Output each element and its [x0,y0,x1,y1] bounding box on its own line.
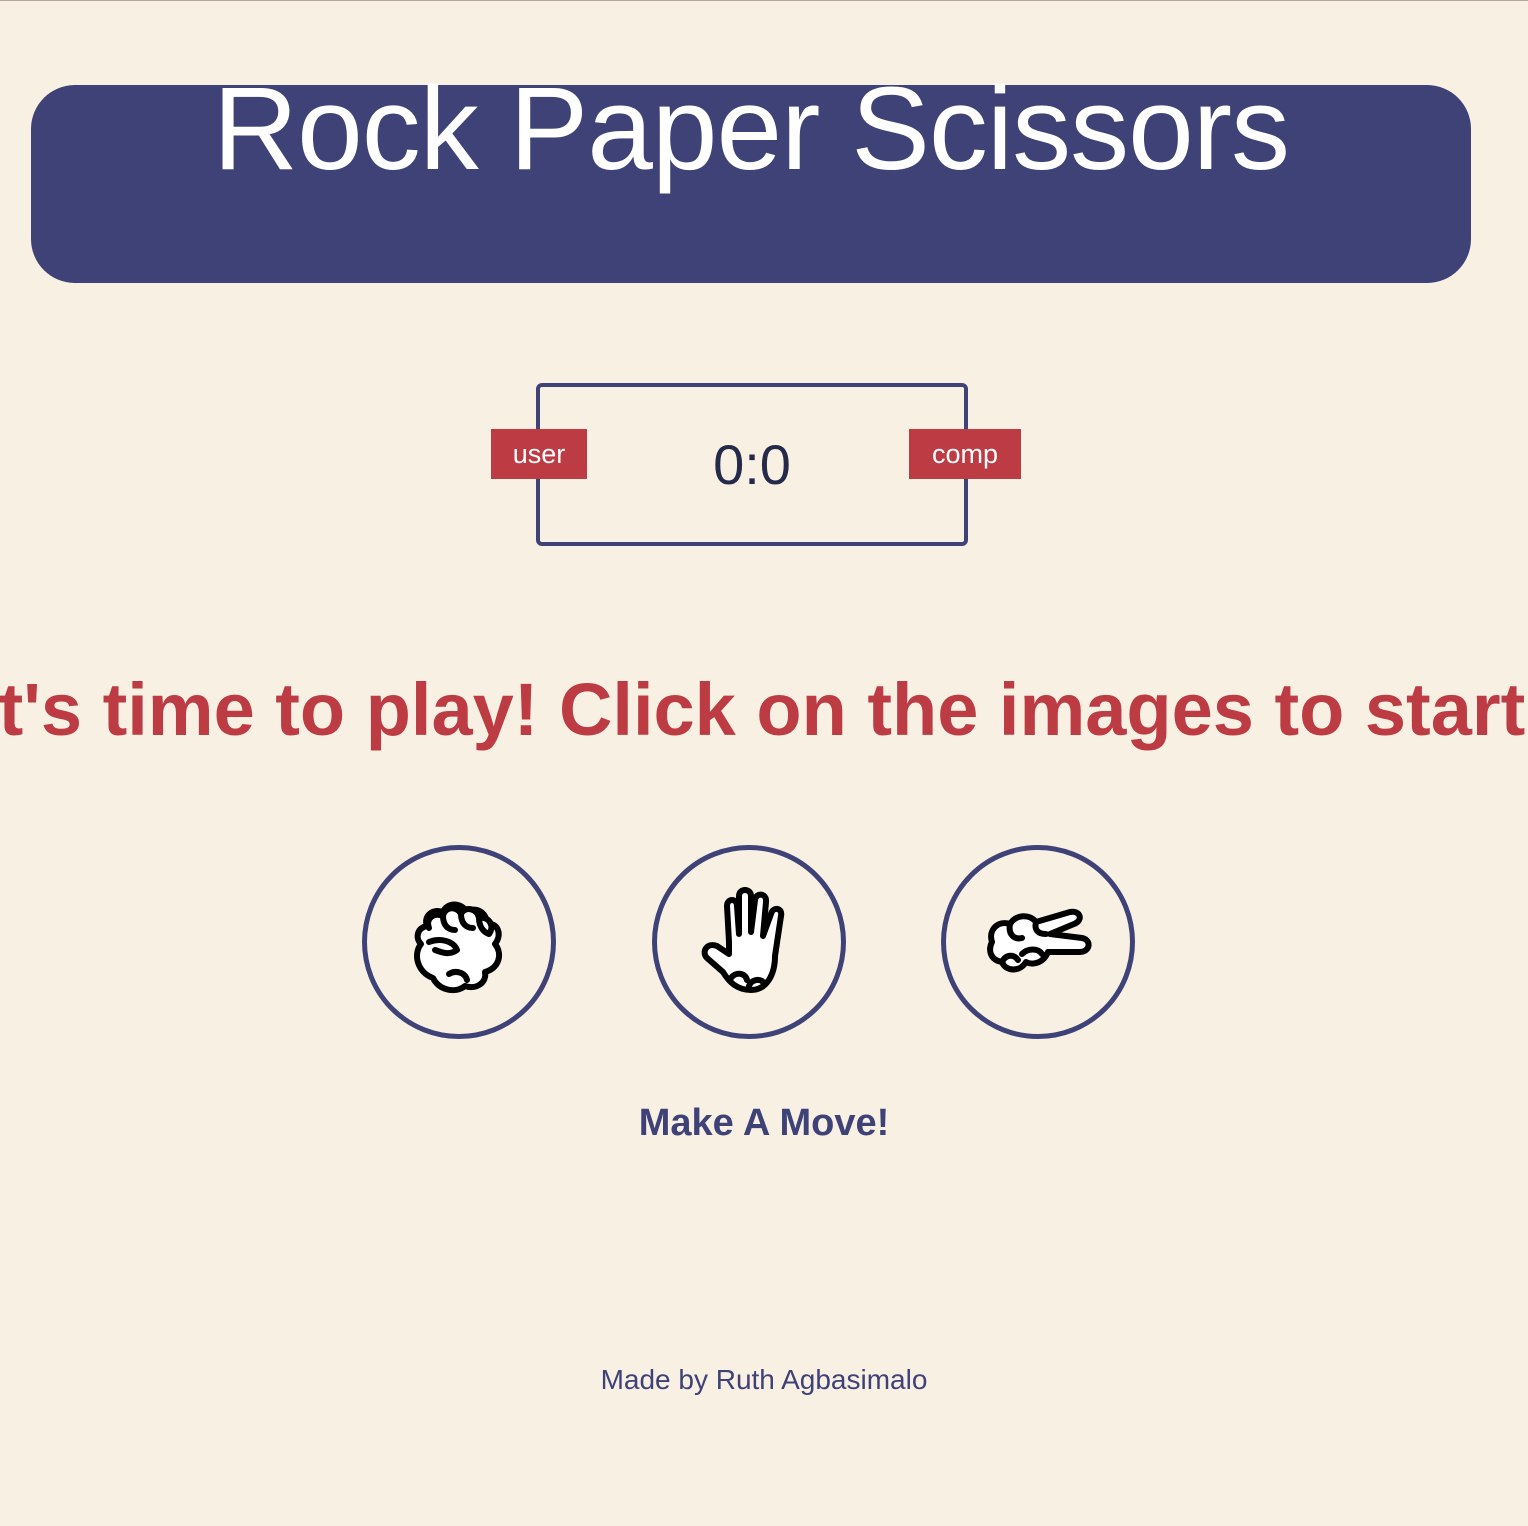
top-divider [0,0,1528,1]
make-move-prompt: Make A Move! [638,1102,890,1144]
result-message: It's time to play! Click on the images t… [0,668,1528,751]
rock-choice-button[interactable] [362,845,556,1039]
title-banner: Rock Paper Scissors [31,70,1471,283]
scissors-choice-button[interactable] [941,845,1135,1039]
result-message-container: It's time to play! Click on the images t… [0,660,1528,760]
scoreboard: 0:0 [536,383,968,546]
footer-credit: Made by Ruth Agbasimalo [600,1364,928,1395]
user-score-badge: user [491,429,587,479]
score-display: 0:0 [713,433,791,496]
rock-hand-icon [414,901,503,994]
paper-hand-icon [701,887,785,993]
paper-choice-button[interactable] [652,845,846,1039]
computer-score-badge: comp [909,429,1021,479]
page-title: Rock Paper Scissors [212,63,1290,196]
scissors-hand-icon [987,908,1092,973]
